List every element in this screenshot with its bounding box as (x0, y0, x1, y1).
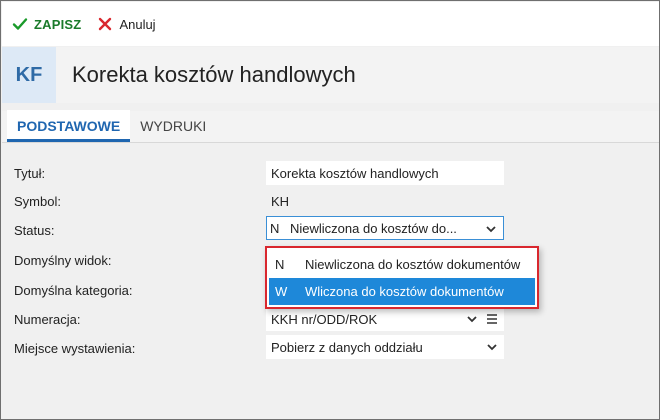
default-view-label: Domyślny widok: (14, 253, 112, 268)
document-header: KF Korekta kosztów handlowych (2, 47, 659, 103)
tab-bar: PODSTAWOWE WYDRUKI (2, 110, 659, 143)
numbering-select[interactable]: KKH nr/ODD/ROK (266, 307, 504, 331)
checkmark-icon (12, 18, 28, 30)
issue-place-value: Pobierz z danych oddziału (271, 339, 423, 355)
issue-place-label: Miejsce wystawienia: (14, 341, 136, 356)
option-label: Wliczona do kosztów dokumentów (305, 284, 504, 299)
issue-place-select[interactable]: Pobierz z danych oddziału (266, 335, 504, 359)
option-code: N (275, 257, 285, 272)
default-category-label: Domyślna kategoria: (14, 283, 133, 298)
status-select[interactable]: N Niewliczona do kosztów do... (266, 216, 504, 240)
document-type-badge: KF (2, 47, 56, 103)
symbol-label: Symbol: (14, 194, 61, 209)
status-option-n[interactable]: N Niewliczona do kosztów dokumentów (269, 251, 535, 278)
option-label: Niewliczona do kosztów dokumentów (305, 257, 521, 272)
status-label: Status: (14, 223, 55, 238)
title-label: Tytuł: (14, 166, 46, 181)
title-input[interactable]: Korekta kosztów handlowych (266, 161, 504, 185)
toolbar: ZAPISZ Anuluj (2, 2, 659, 46)
save-button[interactable]: ZAPISZ (12, 12, 81, 36)
numbering-label: Numeracja: (14, 312, 81, 327)
status-option-w[interactable]: W Wliczona do kosztów dokumentów (269, 278, 535, 305)
status-value: Niewliczona do kosztów do... (290, 220, 457, 236)
save-button-label: ZAPISZ (34, 16, 82, 32)
cancel-button[interactable]: Anuluj (97, 12, 156, 36)
tab-podstawowe[interactable]: PODSTAWOWE (7, 110, 131, 142)
status-dropdown-list: N Niewliczona do kosztów dokumentów W Wl… (265, 246, 539, 309)
chevron-down-icon[interactable] (466, 313, 478, 325)
chevron-down-icon[interactable] (485, 223, 497, 235)
page-title: Korekta kosztów handlowych (72, 62, 356, 87)
symbol-value: KH (271, 193, 290, 209)
window-frame: ZAPISZ Anuluj KF Korekta kosztów handlow… (0, 0, 660, 420)
list-menu-icon[interactable] (486, 312, 498, 326)
option-code: W (275, 284, 288, 299)
numbering-value: KKH nr/ODD/ROK (271, 311, 378, 327)
status-code: N (270, 220, 280, 236)
cancel-button-label: Anuluj (119, 16, 156, 32)
chevron-down-icon[interactable] (486, 341, 498, 353)
close-icon (99, 17, 112, 31)
tab-wydruki[interactable]: WYDRUKI (130, 110, 216, 142)
